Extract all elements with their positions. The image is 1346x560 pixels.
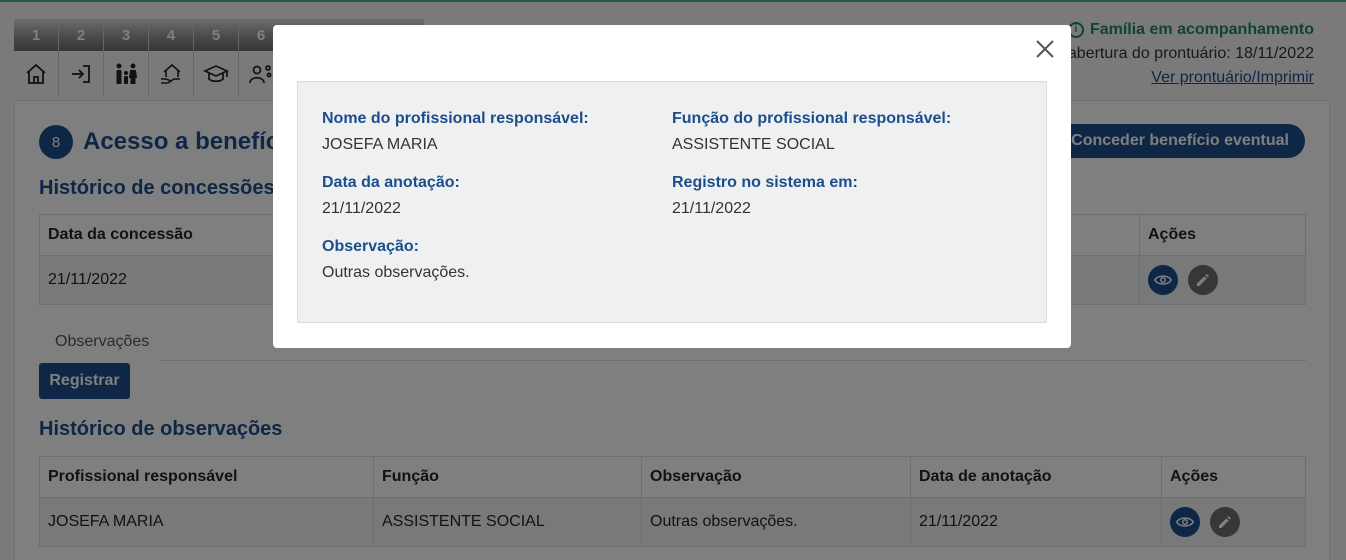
annotation-date-field: Data da anotação: 21/11/2022 [322,174,460,218]
system-registration-field: Registro no sistema em: 21/11/2022 [672,174,858,218]
observation-detail-modal: Nome do profissional responsável: JOSEFA… [273,25,1071,348]
role-label: Função do profissional responsável: [672,110,952,127]
modal-details-panel: Nome do profissional responsável: JOSEFA… [297,81,1047,323]
professional-label: Nome do profissional responsável: [322,110,589,127]
system-registration-value: 21/11/2022 [672,200,751,217]
system-registration-label: Registro no sistema em: [672,174,858,191]
annotation-date-value: 21/11/2022 [322,200,401,217]
role-field: Função do profissional responsável: ASSI… [672,110,951,154]
close-icon [1036,40,1054,58]
annotation-date-label: Data da anotação: [322,174,460,191]
role-value: ASSISTENTE SOCIAL [672,136,835,153]
observation-value: Outras observações. [322,264,470,281]
close-button[interactable] [1031,35,1059,63]
observation-field: Observação: Outras observações. [322,238,470,282]
professional-value: JOSEFA MARIA [322,136,438,153]
observation-label: Observação: [322,238,419,255]
professional-field: Nome do profissional responsável: JOSEFA… [322,110,589,154]
